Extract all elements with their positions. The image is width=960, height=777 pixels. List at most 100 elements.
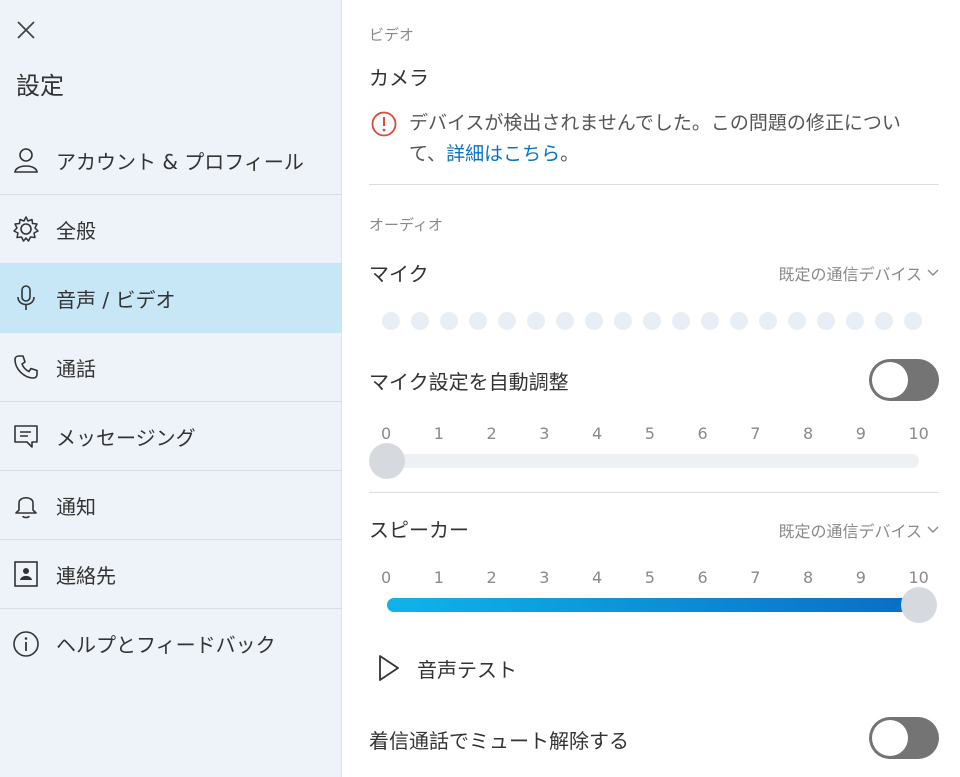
sidebar-item-help[interactable]: ヘルプとフィードバック: [0, 609, 342, 678]
speaker-device-value: 既定の通信デバイス: [778, 522, 922, 541]
volume-tick-label: 7: [750, 568, 761, 587]
sidebar-item-audio-video[interactable]: 音声 / ビデオ: [0, 264, 342, 333]
microphone-level-meter: [382, 312, 922, 330]
volume-tick-label: 8: [803, 424, 814, 443]
mic-level-dot: [382, 312, 400, 330]
volume-tick-label: 2: [486, 424, 497, 443]
microphone-device-dropdown[interactable]: 既定の通信デバイス: [778, 261, 939, 285]
speaker-volume-thumb[interactable]: [901, 587, 937, 623]
volume-tick-label: 6: [697, 568, 708, 587]
volume-tick-label: 5: [644, 568, 655, 587]
volume-tick-label: 9: [855, 568, 866, 587]
sidebar-item-label: 通知: [56, 494, 96, 519]
sidebar-item-label: アカウント & プロフィール: [56, 149, 304, 174]
mic-level-dot: [817, 312, 835, 330]
error-suffix: 。: [560, 143, 580, 165]
speaker-volume-ticks: 0 1 2 3 4 5 6 7 8 9 10: [381, 568, 929, 587]
volume-tick-label: 5: [644, 424, 655, 443]
mic-level-dot: [585, 312, 603, 330]
microphone-volume-ticks: 0 1 2 3 4 5 6 7 8 9 10: [381, 424, 929, 443]
info-icon: [10, 628, 42, 660]
gear-icon: [10, 213, 42, 245]
sidebar-item-label: 連絡先: [56, 563, 116, 588]
message-icon: [10, 420, 42, 452]
auto-adjust-toggle[interactable]: [869, 359, 939, 401]
sidebar-item-label: 通話: [56, 356, 96, 381]
learn-more-link[interactable]: 詳細はこちら: [446, 143, 560, 165]
volume-tick-label: 0: [381, 424, 392, 443]
slider-fill: [387, 598, 919, 612]
mic-level-dot: [643, 312, 661, 330]
volume-tick-label: 4: [592, 424, 603, 443]
sidebar-item-messaging[interactable]: メッセージング: [0, 402, 342, 471]
volume-tick-label: 1: [433, 568, 444, 587]
camera-title: カメラ: [369, 66, 429, 90]
auto-adjust-label: マイク設定を自動調整: [369, 370, 569, 394]
volume-tick-label: 3: [539, 424, 550, 443]
unmute-incoming-label: 着信通話でミュート解除する: [369, 729, 629, 753]
volume-tick-label: 2: [486, 568, 497, 587]
volume-tick-label: 3: [539, 568, 550, 587]
close-button[interactable]: [12, 16, 40, 44]
mic-level-dot: [440, 312, 458, 330]
microphone-volume-thumb[interactable]: [369, 443, 405, 479]
divider: [369, 184, 939, 185]
sidebar-item-calls[interactable]: 通話: [0, 333, 342, 402]
mic-level-dot: [411, 312, 429, 330]
chevron-down-icon: [927, 526, 939, 533]
settings-content: ビデオ カメラ デバイスが検出されませんでした。この問題の修正について、詳細はこ…: [369, 0, 939, 777]
sidebar-item-general[interactable]: 全般: [0, 195, 342, 264]
test-audio-label: 音声テスト: [417, 657, 517, 682]
mic-level-dot: [469, 312, 487, 330]
test-audio-button[interactable]: 音声テスト: [375, 652, 517, 684]
mic-level-dot: [701, 312, 719, 330]
close-icon: [17, 21, 35, 39]
volume-tick-label: 0: [381, 568, 392, 587]
sidebar-item-account[interactable]: アカウント & プロフィール: [0, 126, 342, 195]
sidebar-item-label: 音声 / ビデオ: [56, 287, 176, 312]
sidebar-item-contacts[interactable]: 連絡先: [0, 540, 342, 609]
microphone-title: マイク: [369, 262, 429, 286]
speaker-device-dropdown[interactable]: 既定の通信デバイス: [778, 518, 939, 542]
mic-level-dot: [846, 312, 864, 330]
toggle-knob: [872, 720, 908, 756]
mic-level-dot: [498, 312, 516, 330]
volume-tick-label: 7: [750, 424, 761, 443]
play-icon: [379, 655, 399, 681]
microphone-icon: [10, 282, 42, 314]
settings-title: 設定: [16, 72, 64, 100]
mic-level-dot: [788, 312, 806, 330]
divider: [369, 492, 939, 493]
sidebar-item-label: ヘルプとフィードバック: [56, 633, 276, 657]
volume-tick-label: 10: [908, 568, 929, 587]
microphone-device-value: 既定の通信デバイス: [778, 265, 922, 284]
phone-icon: [10, 351, 42, 383]
mic-level-dot: [875, 312, 893, 330]
mic-level-dot: [556, 312, 574, 330]
volume-tick-label: 4: [592, 568, 603, 587]
volume-tick-label: 9: [855, 424, 866, 443]
toggle-knob: [872, 362, 908, 398]
sidebar-item-label: メッセージング: [56, 425, 196, 450]
speaker-volume-slider[interactable]: [387, 598, 919, 612]
mic-level-dot: [759, 312, 777, 330]
sidebar-item-label: 全般: [56, 218, 96, 243]
volume-tick-label: 1: [433, 424, 444, 443]
mic-level-dot: [904, 312, 922, 330]
mic-level-dot: [730, 312, 748, 330]
unmute-incoming-toggle[interactable]: [869, 717, 939, 759]
mic-level-dot: [614, 312, 632, 330]
person-icon: [10, 144, 42, 176]
volume-tick-label: 10: [908, 424, 929, 443]
chevron-down-icon: [927, 269, 939, 276]
audio-section-label: オーディオ: [369, 216, 443, 234]
camera-error-message: デバイスが検出されませんでした。この問題の修正について、詳細はこちら。: [369, 108, 939, 170]
sidebar-item-notifications[interactable]: 通知: [0, 471, 342, 540]
volume-tick-label: 6: [697, 424, 708, 443]
microphone-volume-slider[interactable]: [387, 454, 919, 468]
mic-level-dot: [527, 312, 545, 330]
settings-nav: アカウント & プロフィール 全般 音声 / ビデオ 通話 メッセージング 通知…: [0, 126, 342, 678]
settings-sidebar: 設定 アカウント & プロフィール 全般 音声 / ビデオ 通話 メッセージング…: [0, 0, 342, 777]
contact-card-icon: [10, 558, 42, 590]
speaker-title: スピーカー: [369, 518, 469, 542]
